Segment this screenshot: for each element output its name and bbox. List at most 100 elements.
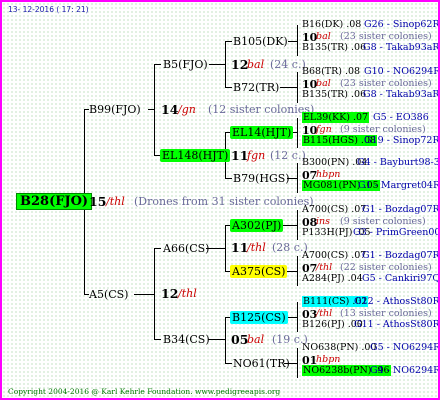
connector bbox=[297, 163, 298, 193]
root-node[interactable]: B28(FJO) bbox=[16, 193, 93, 210]
connector bbox=[154, 248, 155, 340]
node-b79[interactable]: B79(HGS) bbox=[233, 172, 290, 185]
connector bbox=[154, 64, 155, 156]
connector bbox=[209, 64, 225, 65]
connector bbox=[297, 72, 298, 103]
gen4-sire-source: G26 - Sinop62R bbox=[364, 19, 440, 30]
gen4-sire[interactable]: NO638(PN) .00 bbox=[302, 342, 376, 353]
gen4-dam-sire-source: G8 - Takab93aR bbox=[363, 42, 440, 53]
connector bbox=[282, 225, 297, 226]
connector bbox=[225, 363, 232, 364]
gen4-dam-sire-source: G19 - Sinop72R bbox=[364, 135, 440, 146]
gen4-dam-sire-source: G8 - Takab93aR bbox=[363, 89, 440, 100]
connector bbox=[280, 87, 297, 88]
node-b105[interactable]: B105(DK) bbox=[233, 35, 288, 48]
header-date: 13- 12-2016 ( 17: 21) bbox=[8, 5, 89, 14]
connector bbox=[208, 339, 225, 340]
node-b125-year: 05 bbox=[231, 332, 249, 347]
pedigree-frame: 13- 12-2016 ( 17: 21) Copyright 2004-201… bbox=[0, 0, 440, 400]
connector bbox=[225, 225, 226, 271]
node-b105-note: (24 c.) bbox=[270, 58, 306, 71]
gen4-note: (22 sister colonies) bbox=[340, 262, 432, 273]
gen4-sire-source: G10 - NO6294R bbox=[364, 66, 440, 77]
connector bbox=[225, 178, 232, 179]
gen4-sire-source: G5 - NO6294R bbox=[370, 342, 440, 353]
gen4-breeder: ins bbox=[316, 216, 331, 227]
connector bbox=[225, 317, 226, 363]
gen4-sire[interactable]: EL39(KK) .07 bbox=[302, 112, 370, 123]
node-b125-breeder: bal bbox=[247, 333, 265, 346]
gen4-dam-sire[interactable]: A284(PJ) .04 bbox=[302, 273, 363, 284]
connector bbox=[154, 339, 161, 340]
node-b105-breeder: bal bbox=[247, 58, 265, 71]
node-a66[interactable]: A66(CS) bbox=[163, 242, 209, 255]
node-b72[interactable]: B72(TR) bbox=[233, 81, 279, 94]
node-b99-note: (12 sister colonies) bbox=[208, 103, 315, 116]
node-el14-year: 11 bbox=[231, 148, 249, 163]
connector bbox=[297, 302, 298, 332]
gen4-dam-sire-source: G3 - PrimGreen00 bbox=[353, 227, 440, 238]
gen4-dam-sire-source: G11 - AthosSt80R bbox=[354, 319, 440, 330]
connector bbox=[288, 41, 297, 42]
gen4-note: (23 sister colonies) bbox=[340, 78, 432, 89]
connector bbox=[297, 256, 298, 286]
node-no61[interactable]: NO61(TR) bbox=[233, 357, 290, 370]
connector bbox=[225, 41, 232, 42]
gen4-dam-sire-source: G1 - Margret04R bbox=[358, 180, 440, 191]
connector bbox=[297, 118, 298, 148]
node-a302-breeder: /thl bbox=[247, 241, 266, 254]
gen4-sire[interactable]: A700(CS) .07 bbox=[302, 204, 366, 215]
gen4-breeder: /thl bbox=[316, 308, 333, 319]
gen4-sire-source: G1 - Bozdag07R bbox=[362, 204, 440, 215]
gen4-breeder: hbpn bbox=[316, 169, 341, 180]
gen4-note: (9 sister colonies) bbox=[340, 216, 426, 227]
root-year: 15 bbox=[89, 194, 107, 209]
gen4-sire-source: G12 - AthosSt80R bbox=[354, 296, 440, 307]
node-el14-note: (12 c.) bbox=[270, 149, 306, 162]
root-breeder: /thl bbox=[106, 195, 125, 208]
connector bbox=[134, 294, 154, 295]
gen4-dam-sire-source: G4 - NO6294R bbox=[370, 365, 440, 376]
node-b99[interactable]: B99(FJO) bbox=[89, 103, 141, 116]
root-note: (Drones from 31 sister colonies) bbox=[134, 195, 314, 208]
gen4-sire[interactable]: A700(CS) .07 bbox=[302, 250, 366, 261]
node-b5[interactable]: B5(FJO) bbox=[163, 58, 208, 71]
gen4-breeder: bal bbox=[316, 31, 331, 42]
node-a5-year: 12 bbox=[161, 286, 179, 301]
gen4-breeder: hbpn bbox=[316, 354, 341, 365]
node-b105-year: 12 bbox=[231, 57, 249, 72]
gen4-breeder: fgn bbox=[316, 124, 332, 135]
gen4-sire[interactable]: B16(DK) .08 bbox=[302, 19, 361, 30]
connector bbox=[154, 248, 161, 249]
connector bbox=[225, 87, 232, 88]
node-b99-breeder: /gn bbox=[178, 103, 196, 116]
node-a302-year: 11 bbox=[231, 240, 249, 255]
node-b34[interactable]: B34(CS) bbox=[163, 333, 210, 346]
gen4-note: (13 sister colonies) bbox=[340, 308, 432, 319]
gen4-note: (23 sister colonies) bbox=[340, 31, 432, 42]
node-a302[interactable]: A302(PJ) bbox=[230, 219, 284, 232]
connector bbox=[154, 64, 161, 65]
connector bbox=[297, 210, 298, 240]
gen4-breeder: /thl bbox=[316, 262, 333, 273]
gen4-breeder: bal bbox=[316, 78, 331, 89]
connector bbox=[297, 25, 298, 56]
node-b125[interactable]: B125(CS) bbox=[230, 311, 288, 324]
node-el148[interactable]: EL148(HJT) bbox=[160, 149, 231, 162]
node-a5-breeder: /thl bbox=[178, 287, 197, 300]
node-a5[interactable]: A5(CS) bbox=[89, 288, 128, 301]
gen4-sire-source: G5 - EO386 bbox=[373, 112, 429, 123]
node-a375[interactable]: A375(CS) bbox=[230, 265, 288, 278]
connector bbox=[297, 348, 298, 378]
gen4-sire-source: G4 - Bayburt98-3 bbox=[357, 157, 440, 168]
gen4-note: (9 sister colonies) bbox=[340, 124, 426, 135]
gen4-dam-sire[interactable]: B135(TR) .06 bbox=[302, 89, 366, 100]
footer-copyright: Copyright 2004-2016 @ Karl Kehrle Founda… bbox=[8, 387, 281, 396]
gen4-dam-sire-source: G5 - Cankiri97Q bbox=[362, 273, 440, 284]
gen4-sire[interactable]: B68(TR) .08 bbox=[302, 66, 360, 77]
gen4-dam-sire[interactable]: B135(TR) .06 bbox=[302, 42, 366, 53]
connector bbox=[225, 41, 226, 87]
node-b99-year: 14 bbox=[161, 102, 179, 117]
gen4-sire-source: G1 - Bozdag07R bbox=[362, 250, 440, 261]
node-el14[interactable]: EL14(HJT) bbox=[230, 126, 294, 139]
